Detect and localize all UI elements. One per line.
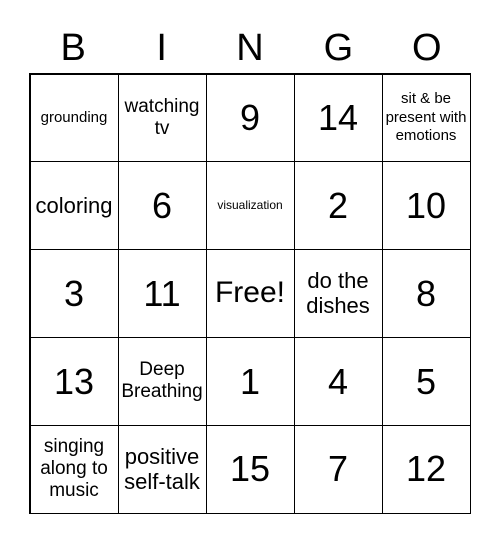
bingo-cell[interactable]: 14 (293, 73, 383, 163)
bingo-cell[interactable]: 2 (293, 161, 383, 251)
bingo-cell[interactable]: 15 (205, 424, 295, 514)
bingo-cell[interactable]: 6 (117, 161, 207, 251)
bingo-cell[interactable]: do the dishes (293, 249, 383, 338)
bingo-cell[interactable]: 9 (205, 73, 295, 163)
header-letter-i: I (156, 27, 167, 69)
bingo-cell[interactable]: 7 (293, 424, 383, 514)
bingo-cell[interactable]: coloring (29, 161, 119, 251)
bingo-cell[interactable]: visualization (205, 161, 295, 251)
bingo-cell[interactable]: 12 (381, 424, 471, 514)
header-letter-n: N (236, 27, 264, 69)
header-letter-o: O (412, 27, 442, 69)
free-space-cell[interactable]: Free! (205, 249, 295, 338)
bingo-cell[interactable]: 5 (381, 336, 471, 426)
bingo-cell[interactable]: positive self-talk (117, 424, 207, 514)
bingo-cell[interactable]: 8 (381, 249, 471, 338)
bingo-cell[interactable]: 11 (117, 249, 207, 338)
bingo-cell[interactable]: 1 (205, 336, 295, 426)
bingo-header: B I N G O (29, 22, 471, 74)
bingo-cell[interactable]: 3 (29, 249, 119, 338)
header-letter-g: G (323, 27, 354, 69)
bingo-cell[interactable]: sit & be present with emotions (381, 73, 471, 163)
bingo-cell[interactable]: Deep Breathing (117, 336, 207, 426)
bingo-cell[interactable]: watching tv (117, 73, 207, 163)
bingo-cell[interactable]: 10 (381, 161, 471, 251)
bingo-cell[interactable]: 13 (29, 336, 119, 426)
bingo-cell[interactable]: 4 (293, 336, 383, 426)
bingo-cell[interactable]: singing along to music (29, 424, 119, 514)
bingo-grid: grounding watching tv 9 14 sit & be present … (29, 73, 471, 514)
header-letter-b: B (60, 27, 86, 69)
bingo-cell[interactable]: grounding (29, 73, 119, 163)
